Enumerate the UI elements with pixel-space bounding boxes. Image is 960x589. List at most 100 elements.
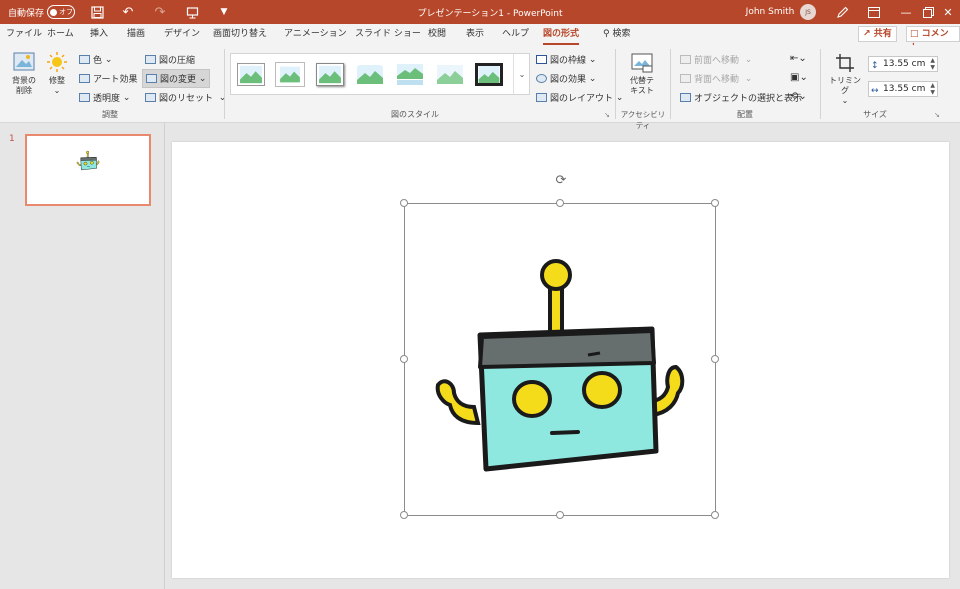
style-white-frame[interactable] — [276, 63, 304, 86]
resize-handle-right[interactable] — [711, 355, 719, 363]
rotate-button[interactable]: ⟲ ⌄ — [790, 91, 807, 102]
chevron-down-icon: ⌄ — [518, 69, 526, 79]
height-field[interactable]: ↕ 13.55 cm ▲ ▼ — [868, 56, 938, 72]
pen-icon[interactable] — [832, 0, 852, 24]
compress-pictures-button[interactable]: 図の圧縮 — [145, 53, 195, 66]
alt-text-label: 代替テ キスト — [630, 76, 654, 95]
corrections-label: 修整 — [49, 76, 65, 85]
picture-layout-button[interactable]: 図のレイアウト ⌄ — [536, 91, 623, 104]
separator — [224, 49, 225, 119]
crop-button[interactable]: トリミング ⌄ — [826, 53, 864, 106]
send-backward-button[interactable]: 背面へ移動 ⌄ — [680, 72, 752, 85]
adjust-group-label: 調整 — [102, 110, 118, 119]
group-icon: ▣ — [790, 72, 800, 83]
spin-arrows-icon[interactable]: ▲ ▼ — [930, 82, 935, 96]
transparency-button[interactable]: 透明度 ⌄ — [79, 91, 130, 104]
resize-handle-top[interactable] — [556, 199, 564, 207]
customize-toolbar-icon[interactable]: ▼ — [214, 0, 234, 24]
tab-file[interactable]: ファイル — [6, 24, 42, 45]
chevron-down-icon: ⌄ — [218, 92, 227, 103]
autosave-state: オフ — [59, 8, 73, 16]
tab-transitions[interactable]: 画面切り替え — [213, 24, 267, 45]
picture-effects-button[interactable]: 図の効果 ⌄ — [536, 72, 596, 85]
width-field[interactable]: ↔ 13.55 cm ▲ ▼ — [868, 81, 938, 97]
title-bar: 自動保存 オフ ↶ ↷ ▼ プレゼンテーション1 - PowerPoint Jo… — [0, 0, 960, 24]
arrange-group-label: 配置 — [737, 110, 753, 119]
tab-review[interactable]: 校閲 — [428, 24, 446, 45]
comment-button[interactable]: □ コメント — [906, 26, 960, 53]
user-name[interactable]: John Smith — [742, 0, 798, 24]
style-soft-edge[interactable] — [356, 63, 384, 86]
redo-icon[interactable]: ↷ — [150, 0, 170, 24]
change-picture-label: 図の変更 — [160, 75, 197, 85]
tab-help[interactable]: ヘルプ — [502, 24, 529, 45]
save-icon[interactable] — [87, 0, 107, 24]
style-soft-oval[interactable] — [436, 63, 464, 86]
tab-home[interactable]: ホーム — [47, 24, 74, 45]
resize-handle-bottom[interactable] — [556, 511, 564, 519]
separator — [670, 49, 671, 119]
style-simple-frame[interactable] — [237, 63, 265, 86]
tab-picture-format[interactable]: 図の形式 — [543, 24, 580, 45]
search-box[interactable]: ⚲ 検索 — [603, 24, 630, 45]
dialog-launcher-icon[interactable]: ↘ — [934, 111, 940, 119]
align-button[interactable]: ⇤ ⌄ — [790, 53, 807, 64]
chevron-down-icon: ⌄ — [104, 54, 113, 65]
group-button[interactable]: ▣ ⌄ — [790, 72, 808, 83]
resize-handle-top-left[interactable] — [400, 199, 408, 207]
rotate-icon: ⟲ — [790, 91, 799, 102]
accessibility-group-label: アクセシビリティ — [620, 110, 666, 130]
color-button[interactable]: 色 ⌄ — [79, 53, 112, 66]
robot-thumbnail-image — [76, 150, 100, 171]
picture-border-button[interactable]: 図の枠線 ⌄ — [536, 53, 596, 66]
artistic-effects-button[interactable]: アート効果 ⌄ — [79, 72, 148, 85]
close-icon[interactable]: ✕ — [932, 0, 960, 24]
tab-view[interactable]: 表示 — [466, 24, 484, 45]
picture-styles-group-label: 図のスタイル — [391, 110, 439, 119]
resize-handle-bottom-right[interactable] — [711, 511, 719, 519]
resize-handle-top-right[interactable] — [711, 199, 719, 207]
style-shadow-rectangle[interactable] — [316, 63, 344, 86]
alt-text-icon — [631, 53, 653, 73]
color-icon — [79, 55, 90, 64]
bring-forward-button[interactable]: 前面へ移動 ⌄ — [680, 53, 752, 66]
send-backward-label: 背面へ移動 — [694, 75, 740, 85]
rotate-handle-icon[interactable]: ⟳ — [553, 173, 569, 189]
search-icon: ⚲ — [603, 29, 610, 39]
compress-label: 図の圧縮 — [159, 56, 196, 66]
bring-forward-icon — [680, 55, 691, 64]
tab-insert[interactable]: 挿入 — [90, 24, 108, 45]
reset-picture-button[interactable]: 図のリセット ⌄ — [145, 91, 226, 104]
spin-arrows-icon[interactable]: ▲ ▼ — [930, 57, 935, 71]
dialog-launcher-icon[interactable]: ↘ — [604, 111, 610, 119]
toggle-knob-icon — [50, 8, 57, 16]
alt-text-button[interactable]: 代替テ キスト — [624, 53, 660, 96]
slide-thumbnail[interactable] — [25, 134, 151, 206]
width-icon: ↔ — [871, 86, 879, 96]
chevron-down-icon: ⌄ — [841, 96, 849, 105]
resize-handle-bottom-left[interactable] — [400, 511, 408, 519]
selection-pane-button[interactable]: オブジェクトの選択と表示 — [680, 91, 802, 104]
tab-slideshow[interactable]: スライド ショー — [355, 24, 421, 45]
robot-picture[interactable] — [430, 255, 692, 480]
corrections-button[interactable]: 修整 ⌄ — [44, 51, 70, 96]
tab-animations[interactable]: アニメーション — [284, 24, 347, 45]
style-thick-black-frame[interactable] — [475, 63, 503, 86]
undo-icon[interactable]: ↶ — [118, 0, 138, 24]
ribbon-display-options-icon[interactable] — [858, 0, 890, 24]
gallery-more-button[interactable]: ⌄ — [513, 54, 530, 94]
tab-draw[interactable]: 描画 — [127, 24, 145, 45]
style-reflected[interactable] — [396, 63, 424, 86]
share-button[interactable]: ↗ 共有 — [858, 26, 897, 42]
transparency-icon — [79, 93, 90, 102]
reset-picture-label: 図のリセット — [159, 94, 214, 104]
resize-handle-left[interactable] — [400, 355, 408, 363]
remove-background-button[interactable]: 背景の 削除 — [6, 51, 42, 96]
tab-design[interactable]: デザイン — [164, 24, 200, 45]
start-from-beginning-icon[interactable] — [182, 0, 202, 24]
avatar[interactable]: JS — [800, 4, 816, 20]
autosave-label: 自動保存 — [8, 8, 45, 19]
change-picture-button[interactable]: 図の変更 ⌄ — [142, 69, 211, 88]
autosave-toggle[interactable]: オフ — [47, 5, 75, 19]
document-title: プレゼンテーション1 - PowerPoint — [417, 8, 563, 19]
